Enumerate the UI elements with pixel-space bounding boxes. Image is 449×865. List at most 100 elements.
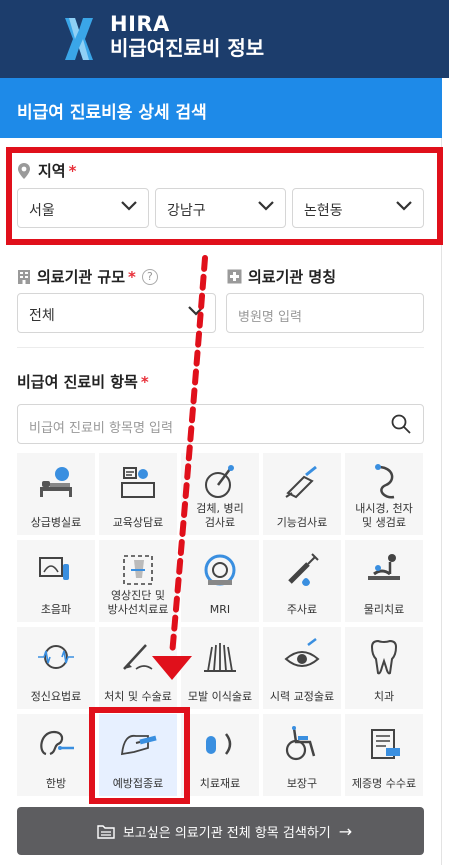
category-tile-6[interactable]: 초음파 xyxy=(17,540,95,622)
category-label: 예방접종료 xyxy=(112,777,164,790)
city-select-value: 서울 xyxy=(29,203,55,219)
category-tile-19[interactable]: 보장구 xyxy=(263,714,341,796)
physical-therapy-icon xyxy=(368,554,400,580)
district-select[interactable]: 강남구 xyxy=(155,188,286,228)
district-select-value: 강남구 xyxy=(167,203,206,219)
category-label: 교육상담료 xyxy=(112,516,164,529)
dong-select[interactable]: 논현동 xyxy=(292,188,424,228)
category-tile-18[interactable]: 치료재료 xyxy=(181,714,259,796)
category-tile-2[interactable]: 교육상담료 xyxy=(99,453,177,535)
facility-name-label: 의료기관 명칭 xyxy=(248,268,337,286)
counseling-icon xyxy=(121,467,155,498)
hair-transplant-icon xyxy=(204,643,236,672)
category-label: 처치 및 수술료 xyxy=(104,690,172,703)
category-label: 치과 xyxy=(373,690,395,703)
category-label: 주사료 xyxy=(286,603,318,616)
category-tile-15[interactable]: 치과 xyxy=(345,627,423,709)
section-divider xyxy=(17,347,424,348)
treatment-material-icon xyxy=(206,733,232,755)
endoscopy-icon xyxy=(375,464,395,499)
facility-size-label-row: 의료기관 규모 * ? xyxy=(17,266,158,287)
search-all-button[interactable]: 보고싶은 의료기관 전체 항목 검색하기 → xyxy=(17,807,424,855)
wheelchair-icon xyxy=(285,726,316,761)
chevron-down-icon xyxy=(258,201,274,211)
category-label: 보장구 xyxy=(286,777,318,790)
category-label: 상급병실료 xyxy=(30,516,82,529)
items-label-row: 비급여 진료비 항목 * xyxy=(17,371,149,392)
surgery-icon xyxy=(123,644,153,670)
category-tile-12[interactable]: 처치 및 수술료 xyxy=(99,627,177,709)
facility-size-label: 의료기관 규모 xyxy=(37,268,126,286)
folder-icon xyxy=(97,825,115,839)
brand-name-ko: 비급여진료비 정보 xyxy=(110,36,265,60)
category-tile-4[interactable]: 기능검사료 xyxy=(263,453,341,535)
category-tile-1[interactable]: 상급병실료 xyxy=(17,453,95,535)
pathology-test-icon xyxy=(205,465,234,498)
mri-icon xyxy=(204,554,236,586)
item-search-placeholder: 비급여 진료비 항목명 입력 xyxy=(29,421,173,436)
category-tile-3[interactable]: 검체, 병리 검사료 xyxy=(181,453,259,535)
imaging-icon xyxy=(123,555,153,585)
category-label: 내시경, 천자 및 생검료 xyxy=(355,502,413,529)
category-label: 모발 이식술료 xyxy=(187,690,253,703)
category-tile-14[interactable]: 시력 교정술료 xyxy=(263,627,341,709)
facility-size-select[interactable]: 전체 xyxy=(17,293,216,333)
vaccination-icon xyxy=(120,734,157,756)
item-search-input[interactable]: 비급여 진료비 항목명 입력 xyxy=(17,404,424,444)
arrow-right-icon: → xyxy=(338,821,353,841)
category-tile-8[interactable]: MRI xyxy=(181,540,259,622)
category-tile-13[interactable]: 모발 이식술료 xyxy=(181,627,259,709)
category-label: 한방 xyxy=(45,777,67,790)
category-label: MRI xyxy=(209,603,231,616)
vision-correction-icon xyxy=(284,638,320,667)
category-tile-5[interactable]: 내시경, 천자 및 생검료 xyxy=(345,453,423,535)
facility-name-input[interactable]: 병원명 입력 xyxy=(226,293,424,333)
chevron-down-icon xyxy=(188,306,204,316)
ultrasound-icon xyxy=(39,557,69,580)
location-pin-icon xyxy=(18,162,30,179)
acupuncture-icon xyxy=(40,730,74,756)
category-tile-7[interactable]: 영상진단 및 방사선치료료 xyxy=(99,540,177,622)
category-label: 시력 교정술료 xyxy=(269,690,335,703)
category-label: 물리치료 xyxy=(363,603,405,616)
page-title: 비급여 진료비용 상세 검색 xyxy=(0,78,442,138)
brand-name-en: HIRA xyxy=(110,12,170,36)
category-grid: 상급병실료 교육상담료 검체, 병리 검사료기능검사료 내시경, 천자 및 생검료초음… xyxy=(17,453,425,796)
category-tile-9[interactable]: 주사료 xyxy=(263,540,341,622)
certificate-icon xyxy=(371,729,400,759)
required-mark: * xyxy=(140,372,149,391)
category-tile-17[interactable]: 예방접종료 xyxy=(99,714,177,796)
required-mark: * xyxy=(68,161,77,180)
category-label: 검체, 병리 검사료 xyxy=(196,502,244,529)
category-label: 기능검사료 xyxy=(276,516,328,529)
hira-logo-icon xyxy=(65,18,93,60)
category-label: 치료재료 xyxy=(199,777,241,790)
building-icon xyxy=(18,269,30,284)
search-all-label: 보고싶은 의료기관 전체 항목 검색하기 xyxy=(122,825,331,841)
help-icon[interactable]: ? xyxy=(141,268,158,285)
required-mark: * xyxy=(128,267,136,286)
category-tile-11[interactable]: 정신요법료 xyxy=(17,627,95,709)
category-label: 초음파 xyxy=(40,603,72,616)
function-test-icon xyxy=(285,465,317,499)
category-tile-16[interactable]: 한방 xyxy=(17,714,95,796)
facility-name-placeholder: 병원명 입력 xyxy=(238,310,302,325)
category-label: 영상진단 및 방사선치료료 xyxy=(107,589,169,616)
items-label: 비급여 진료비 항목 xyxy=(17,373,138,391)
chevron-down-icon xyxy=(396,201,412,211)
hospital-icon xyxy=(227,269,242,284)
category-label: 정신요법료 xyxy=(30,690,82,703)
category-tile-20[interactable]: 제증명 수수료 xyxy=(345,714,423,796)
category-tile-10[interactable]: 물리치료 xyxy=(345,540,423,622)
search-icon[interactable] xyxy=(391,414,411,434)
category-label: 제증명 수수료 xyxy=(351,777,417,790)
region-label-row: 지역 * xyxy=(17,160,76,181)
city-select[interactable]: 서울 xyxy=(17,188,149,228)
injection-icon xyxy=(288,553,319,586)
app-header: HIRA 비급여진료비 정보 xyxy=(0,0,449,78)
chevron-down-icon xyxy=(121,201,137,211)
facility-name-label-row: 의료기관 명칭 xyxy=(227,266,336,287)
dong-select-value: 논현동 xyxy=(304,203,343,219)
region-label: 지역 xyxy=(38,162,66,180)
tooth-icon xyxy=(370,639,398,675)
